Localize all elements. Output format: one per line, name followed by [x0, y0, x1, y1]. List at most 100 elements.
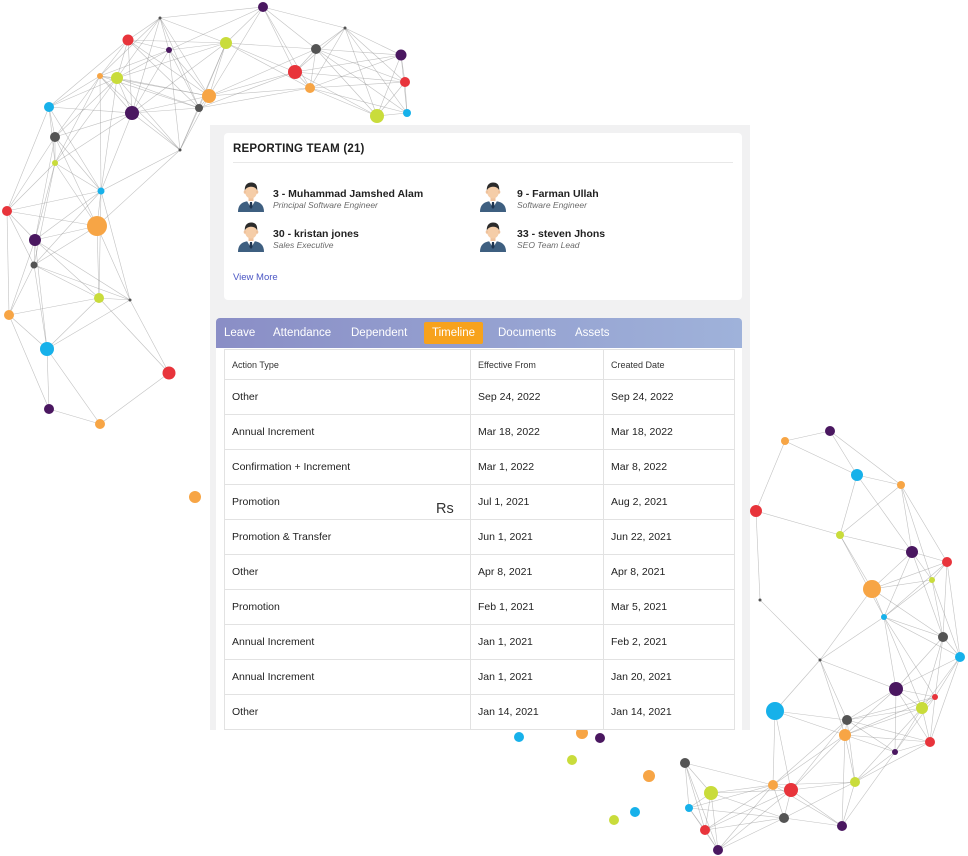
- network-node: [97, 187, 105, 195]
- network-node: [343, 26, 347, 30]
- network-link: [54, 77, 118, 138]
- network-link: [704, 789, 792, 831]
- created-date-cell: Mar 5, 2021: [603, 589, 735, 625]
- network-link: [315, 48, 402, 56]
- network-link: [131, 112, 181, 151]
- table-row[interactable]: Annual Increment Jan 1, 2021 Feb 2, 2021: [224, 624, 735, 660]
- network-node: [955, 652, 965, 662]
- network-node: [758, 598, 762, 602]
- network-link: [900, 484, 913, 553]
- effective-from-cell: Feb 1, 2021: [470, 589, 604, 625]
- network-link: [34, 239, 131, 301]
- profile-tab-bar: Leave Attendance Dependent Timeline Docu…: [216, 318, 742, 348]
- network-node: [400, 77, 410, 87]
- table-row[interactable]: Annual Increment Jan 1, 2021 Jan 20, 202…: [224, 659, 735, 695]
- table-row[interactable]: Other Jan 14, 2021 Jan 14, 2021: [224, 694, 735, 730]
- network-node: [889, 682, 903, 696]
- network-link: [854, 751, 896, 783]
- network-link: [839, 534, 873, 590]
- network-node: [4, 310, 14, 320]
- network-link: [790, 734, 846, 791]
- network-node: [125, 106, 139, 120]
- team-member[interactable]: 9 - Farman Ullah Software Engineer: [478, 180, 714, 214]
- network-node: [202, 89, 216, 103]
- tab-leave[interactable]: Leave: [224, 318, 255, 348]
- network-node: [44, 404, 54, 414]
- column-header-effective-from[interactable]: Effective From: [470, 349, 604, 380]
- created-date-cell: Jan 20, 2021: [603, 659, 735, 695]
- tab-documents[interactable]: Documents: [498, 318, 556, 348]
- network-link: [839, 534, 913, 553]
- created-date-cell: Jan 14, 2021: [603, 694, 735, 730]
- network-link: [790, 789, 843, 827]
- network-link: [6, 162, 56, 212]
- table-row[interactable]: Annual Increment Mar 18, 2022 Mar 18, 20…: [224, 414, 735, 450]
- tab-attendance[interactable]: Attendance: [273, 318, 331, 348]
- network-link: [772, 710, 776, 786]
- team-member[interactable]: 33 - steven Jhons SEO Team Lead: [478, 220, 714, 254]
- network-link: [841, 781, 856, 827]
- table-row[interactable]: Confirmation + Increment Mar 1, 2022 Mar…: [224, 449, 735, 485]
- column-header-action-type[interactable]: Action Type: [224, 349, 471, 380]
- table-row[interactable]: Promotion Jul 1, 2021 Aug 2, 2021: [224, 484, 735, 520]
- tab-timeline[interactable]: Timeline: [424, 322, 484, 344]
- team-member[interactable]: 3 - Muhammad Jamshed Alam Principal Soft…: [236, 180, 472, 214]
- network-link: [8, 314, 50, 410]
- network-node: [713, 845, 723, 855]
- network-link: [942, 561, 948, 638]
- network-node: [305, 83, 315, 93]
- network-link: [6, 210, 10, 316]
- network-link: [911, 551, 944, 638]
- network-link: [159, 17, 170, 51]
- action-type-cell: Annual Increment: [224, 624, 471, 660]
- network-link: [8, 297, 100, 316]
- network-node: [189, 491, 201, 503]
- network-node: [29, 234, 41, 246]
- created-date-cell: Sep 24, 2022: [603, 379, 735, 415]
- network-node: [897, 481, 905, 489]
- network-node: [906, 546, 918, 558]
- network-link: [883, 616, 897, 690]
- network-node: [825, 426, 835, 436]
- network-link: [46, 299, 131, 350]
- network-node: [630, 807, 640, 817]
- network-node: [370, 109, 384, 123]
- network-link: [839, 534, 885, 618]
- network-link: [315, 27, 346, 50]
- network-link: [262, 6, 346, 29]
- network-link: [772, 784, 785, 819]
- employee-profile-panel: REPORTING TEAM (21) 3 - Muhammad Jamshed…: [210, 125, 750, 730]
- network-link: [54, 112, 133, 164]
- network-link: [774, 710, 848, 721]
- network-link: [48, 75, 101, 108]
- network-link: [225, 42, 296, 73]
- network-link: [33, 264, 48, 350]
- view-more-link[interactable]: View More: [233, 272, 278, 283]
- effective-from-cell: Apr 8, 2021: [470, 554, 604, 590]
- action-type-cell: Other: [224, 554, 471, 590]
- network-node: [158, 16, 162, 20]
- action-type-cell: Annual Increment: [224, 414, 471, 450]
- network-link: [783, 817, 843, 827]
- created-date-cell: Apr 8, 2021: [603, 554, 735, 590]
- team-member[interactable]: 30 - kristan jones Sales Executive: [236, 220, 472, 254]
- network-node: [680, 758, 690, 768]
- network-link: [54, 162, 98, 227]
- table-row[interactable]: Other Sep 24, 2022 Sep 24, 2022: [224, 379, 735, 415]
- network-link: [894, 688, 897, 753]
- network-link: [48, 408, 101, 425]
- created-date-cell: Mar 18, 2022: [603, 414, 735, 450]
- column-header-created-date[interactable]: Created Date: [603, 349, 735, 380]
- network-link: [46, 348, 50, 410]
- effective-from-cell: Jan 1, 2021: [470, 624, 604, 660]
- table-row[interactable]: Other Apr 8, 2021 Apr 8, 2021: [224, 554, 735, 590]
- table-row[interactable]: Promotion & Transfer Jun 1, 2021 Jun 22,…: [224, 519, 735, 555]
- network-node: [768, 780, 778, 790]
- network-link: [98, 297, 170, 374]
- tab-assets[interactable]: Assets: [575, 318, 610, 348]
- network-link: [100, 149, 181, 192]
- network-link: [294, 54, 402, 73]
- table-row[interactable]: Promotion Feb 1, 2021 Mar 5, 2021: [224, 589, 735, 625]
- tab-dependent[interactable]: Dependent: [351, 318, 407, 348]
- network-link: [790, 719, 848, 791]
